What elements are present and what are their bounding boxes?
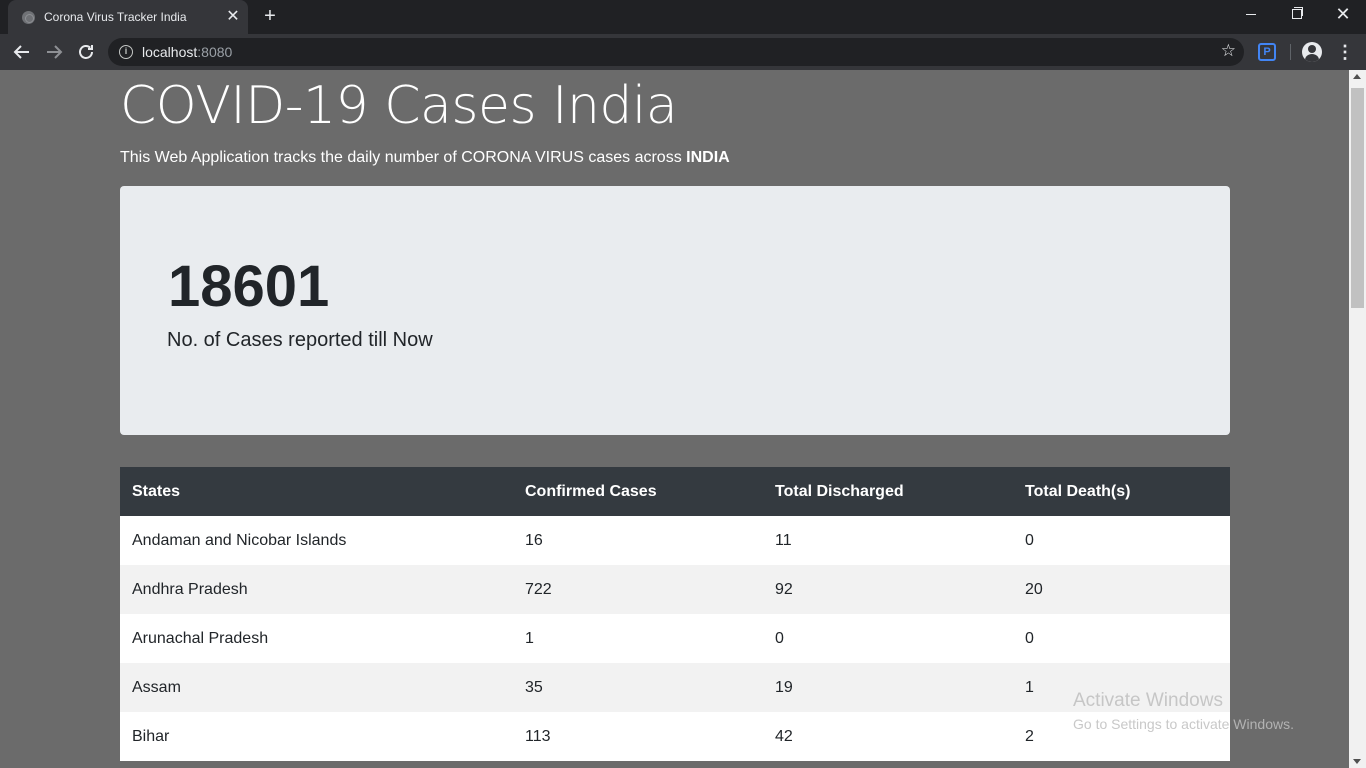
page-title: COVID-19 Cases India bbox=[120, 76, 678, 136]
confirmed-cases: 1 bbox=[513, 614, 763, 663]
page-subtitle: This Web Application tracks the daily nu… bbox=[120, 149, 730, 166]
page-viewport: COVID-19 Cases India This Web Applicatio… bbox=[0, 70, 1349, 768]
country-name: INDIA bbox=[686, 149, 730, 166]
address-bar[interactable]: i localhost:8080 ☆ bbox=[108, 38, 1244, 66]
table-row: Andhra Pradesh 722 92 20 bbox=[120, 565, 1230, 614]
bookmark-star-icon[interactable]: ☆ bbox=[1221, 41, 1236, 61]
url-text[interactable]: localhost:8080 bbox=[142, 44, 232, 60]
close-window-button[interactable]: ✕ bbox=[1320, 0, 1366, 30]
toolbar-divider bbox=[1290, 44, 1291, 60]
scroll-down-arrow-icon[interactable] bbox=[1353, 759, 1361, 764]
browser-menu-icon[interactable]: ⋮ bbox=[1336, 40, 1354, 64]
tab-strip: Corona Virus Tracker India ✕ + ✕ bbox=[0, 0, 1366, 34]
total-discharged: 42 bbox=[763, 712, 1013, 761]
total-deaths: 0 bbox=[1013, 614, 1230, 663]
total-discharged: 11 bbox=[763, 516, 1013, 565]
state-name: Assam bbox=[120, 663, 513, 712]
confirmed-cases: 35 bbox=[513, 663, 763, 712]
state-name: Andhra Pradesh bbox=[120, 565, 513, 614]
reload-button[interactable] bbox=[74, 40, 98, 64]
table-row: Bihar 113 42 2 bbox=[120, 712, 1230, 761]
total-cases-count: 18601 bbox=[168, 254, 330, 319]
total-cases-label: No. of Cases reported till Now bbox=[167, 329, 433, 351]
total-deaths: 0 bbox=[1013, 516, 1230, 565]
confirmed-cases: 722 bbox=[513, 565, 763, 614]
browser-toolbar: i localhost:8080 ☆ P ⋮ bbox=[0, 34, 1366, 70]
total-cases-card: 18601 No. of Cases reported till Now bbox=[120, 186, 1230, 435]
arrow-left-icon bbox=[13, 45, 29, 59]
table-row: Assam 35 19 1 bbox=[120, 663, 1230, 712]
arrow-right-icon bbox=[47, 45, 63, 59]
header-states: States bbox=[120, 467, 513, 516]
new-tab-button[interactable]: + bbox=[260, 6, 280, 26]
forward-button[interactable] bbox=[42, 40, 66, 64]
globe-icon bbox=[22, 11, 35, 24]
state-name: Arunachal Pradesh bbox=[120, 614, 513, 663]
table-header-row: States Confirmed Cases Total Discharged … bbox=[120, 467, 1230, 516]
total-discharged: 19 bbox=[763, 663, 1013, 712]
total-deaths: 20 bbox=[1013, 565, 1230, 614]
browser-tab[interactable]: Corona Virus Tracker India ✕ bbox=[8, 0, 248, 34]
back-button[interactable] bbox=[10, 40, 34, 64]
state-name: Andaman and Nicobar Islands bbox=[120, 516, 513, 565]
reload-icon bbox=[79, 45, 93, 59]
states-table: States Confirmed Cases Total Discharged … bbox=[120, 467, 1230, 761]
confirmed-cases: 113 bbox=[513, 712, 763, 761]
extension-icon[interactable]: P bbox=[1258, 43, 1276, 61]
table-row: Arunachal Pradesh 1 0 0 bbox=[120, 614, 1230, 663]
total-deaths: 2 bbox=[1013, 712, 1230, 761]
total-discharged: 92 bbox=[763, 565, 1013, 614]
header-total-discharged: Total Discharged bbox=[763, 467, 1013, 516]
info-icon[interactable]: i bbox=[119, 45, 133, 59]
header-total-deaths: Total Death(s) bbox=[1013, 467, 1230, 516]
total-deaths: 1 bbox=[1013, 663, 1230, 712]
restore-window-button[interactable] bbox=[1274, 0, 1320, 30]
profile-avatar-icon[interactable] bbox=[1302, 42, 1322, 62]
state-name: Bihar bbox=[120, 712, 513, 761]
confirmed-cases: 16 bbox=[513, 516, 763, 565]
scroll-thumb[interactable] bbox=[1351, 88, 1364, 308]
scroll-up-arrow-icon[interactable] bbox=[1353, 74, 1361, 79]
vertical-scrollbar[interactable] bbox=[1349, 70, 1366, 768]
header-confirmed-cases: Confirmed Cases bbox=[513, 467, 763, 516]
minimize-window-button[interactable] bbox=[1228, 0, 1274, 30]
close-tab-icon[interactable]: ✕ bbox=[225, 8, 241, 26]
table-row: Andaman and Nicobar Islands 16 11 0 bbox=[120, 516, 1230, 565]
total-discharged: 0 bbox=[763, 614, 1013, 663]
tab-title: Corona Virus Tracker India bbox=[44, 10, 187, 24]
